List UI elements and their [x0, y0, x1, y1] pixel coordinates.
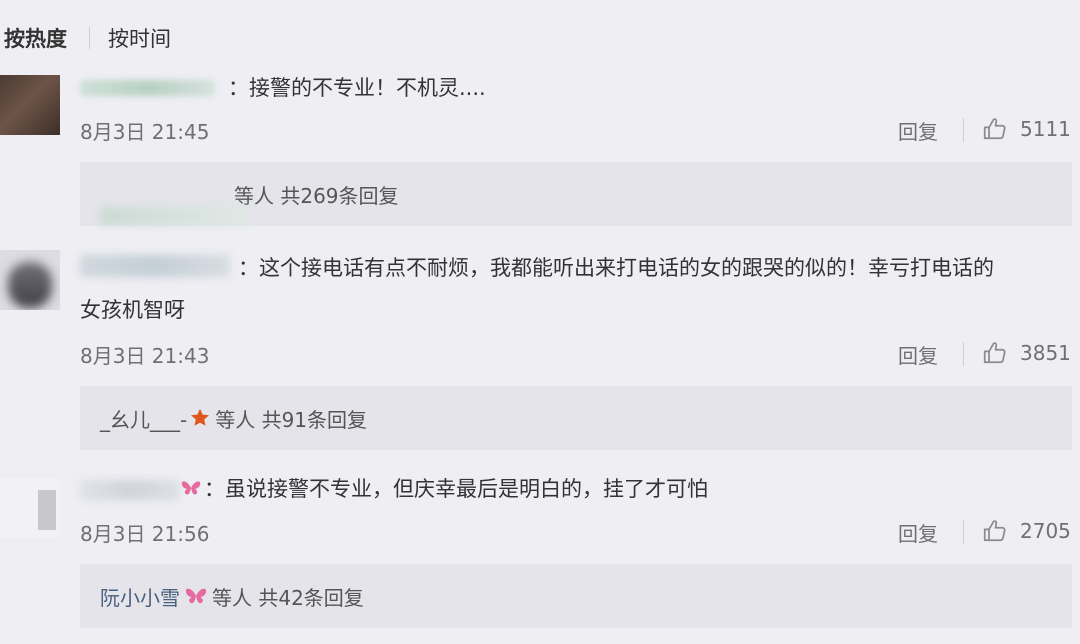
thumbs-up-icon [983, 520, 1006, 542]
reply-summary-box[interactable]: 等人 共269条回复 [80, 162, 1072, 226]
avatar[interactable] [0, 250, 60, 310]
comment-text: ：虽说接警不专业，但庆幸最后是明白的，挂了才可怕 [204, 477, 708, 501]
comment-time: 8月3日 21:43 [80, 344, 210, 368]
comment-text: ：接警的不专业！不机灵.... [228, 76, 486, 100]
reply-user-link[interactable]: _幺儿___- [100, 404, 187, 433]
action-divider [963, 342, 964, 366]
sort-bar: 按热度 按时间 [0, 22, 171, 54]
sort-by-time-tab[interactable]: 按时间 [108, 23, 171, 53]
like-count: 5111 [1020, 117, 1071, 141]
star-icon [191, 408, 210, 426]
reply-summary-box[interactable]: _幺儿___- 等人 共91条回复 [80, 386, 1072, 450]
comment-time: 8月3日 21:56 [80, 522, 210, 546]
reply-button[interactable]: 回复 [898, 116, 938, 145]
like-button[interactable]: 3851 [982, 340, 1071, 366]
butterfly-icon [181, 481, 201, 495]
like-button[interactable]: 2705 [982, 518, 1071, 544]
reply-summary-text: 等人 共91条回复 [215, 407, 368, 432]
username-blurred[interactable] [80, 80, 215, 96]
reply-summary-box[interactable]: 阮小小雪 等人 共42条回复 [80, 564, 1072, 628]
sort-divider [89, 27, 90, 49]
avatar[interactable] [0, 478, 60, 538]
action-divider [963, 118, 964, 142]
butterfly-icon [185, 588, 207, 604]
username-blurred[interactable] [80, 255, 230, 277]
reply-summary-text: 等人 共42条回复 [212, 585, 364, 610]
like-count: 3851 [1020, 341, 1071, 365]
reply-summary-text: 等人 共269条回复 [234, 183, 399, 208]
reply-button[interactable]: 回复 [898, 340, 938, 369]
reply-user-link[interactable]: 阮小小雪 [100, 582, 180, 611]
reply-button[interactable]: 回复 [898, 518, 938, 547]
comment-time: 8月3日 21:45 [80, 120, 210, 144]
comment-text-line2: 女孩机智呀 [80, 298, 185, 322]
action-divider [963, 520, 964, 544]
sort-by-hot-tab[interactable]: 按热度 [0, 23, 67, 53]
avatar[interactable] [0, 75, 60, 135]
like-count: 2705 [1020, 519, 1071, 543]
reply-users-blurred [100, 207, 250, 225]
thumbs-up-icon [983, 342, 1006, 364]
comment-text: ：这个接电话有点不耐烦，我都能听出来打电话的女的跟哭的似的！幸亏打电话的 [238, 256, 994, 280]
username-blurred[interactable] [80, 480, 180, 500]
thumbs-up-icon [983, 118, 1006, 140]
like-button[interactable]: 5111 [982, 116, 1071, 142]
